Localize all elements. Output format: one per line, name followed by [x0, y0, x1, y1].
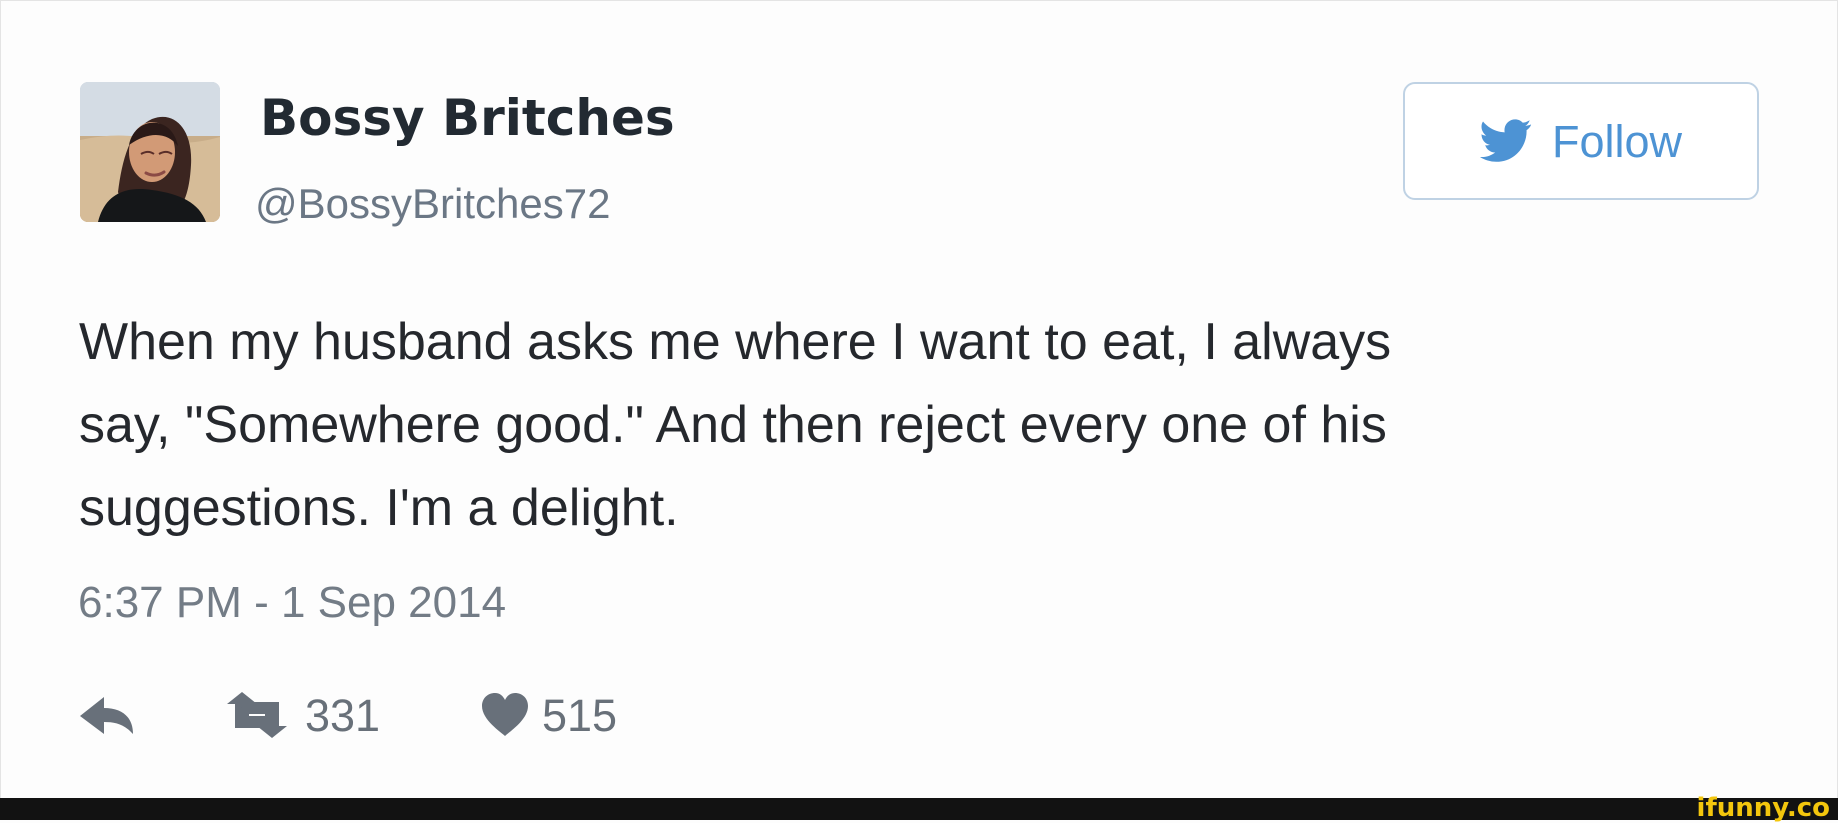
- watermark-bar: ifunny.co: [0, 793, 1838, 823]
- tweet-text-line: suggestions. I'm a delight.: [79, 479, 679, 537]
- heart-icon: [482, 693, 528, 736]
- tweet-text: When my husband asks me where I want to …: [79, 301, 1709, 550]
- retweet-count: 331: [305, 689, 381, 741]
- reply-button[interactable]: [76, 685, 148, 745]
- retweet-icon: [227, 692, 287, 738]
- reply-icon: [80, 697, 133, 734]
- tweet-text-line: say, "Somewhere good." And then reject e…: [79, 396, 1387, 454]
- display-name[interactable]: Bossy Britches: [260, 93, 675, 143]
- twitter-bird-icon: [1479, 119, 1532, 162]
- tweet-text-line: When my husband asks me where I want to …: [79, 313, 1392, 371]
- follow-label: Follow: [1551, 115, 1683, 167]
- retweet-button[interactable]: 331: [222, 685, 412, 745]
- like-button[interactable]: 515: [481, 685, 651, 745]
- like-count: 515: [542, 689, 618, 741]
- tweet-timestamp[interactable]: 6:37 PM - 1 Sep 2014: [78, 581, 506, 625]
- ifunny-watermark: ifunny.co: [1696, 793, 1830, 823]
- user-handle[interactable]: @BossyBritches72: [255, 183, 610, 225]
- avatar[interactable]: [80, 82, 220, 222]
- profile-photo-icon: [80, 82, 220, 222]
- follow-button[interactable]: Follow: [1403, 82, 1759, 200]
- tweet-card: Bossy Britches @BossyBritches72 Follow W…: [0, 0, 1838, 798]
